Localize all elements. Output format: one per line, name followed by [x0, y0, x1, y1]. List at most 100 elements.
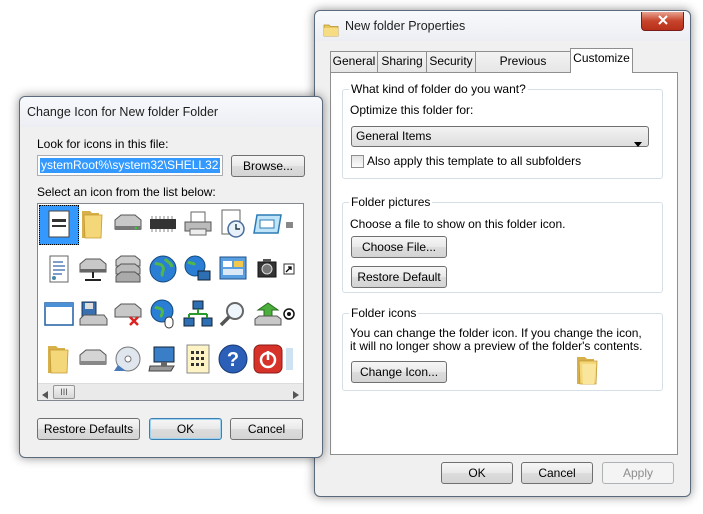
globe-network-icon — [182, 253, 214, 288]
icon-item[interactable] — [73, 295, 113, 335]
scroll-left-icon[interactable] — [42, 388, 48, 400]
scroll-right-icon[interactable] — [293, 388, 299, 400]
icon-item[interactable] — [283, 340, 303, 380]
properties-titlebar[interactable]: New folder Properties — [315, 11, 690, 41]
file-path-value: ystemRoot%\system32\SHELL32.dll — [40, 158, 220, 173]
drive-stack-icon — [112, 254, 144, 287]
apply-subfolders-checkbox[interactable] — [351, 155, 364, 168]
scrollbar-grip: III — [60, 387, 68, 397]
properties-apply-button[interactable]: Apply — [602, 462, 674, 484]
globe-mouse-icon — [147, 298, 179, 333]
network-icon — [182, 299, 214, 332]
small-badge-icon — [283, 307, 295, 323]
icon-item[interactable] — [248, 340, 288, 380]
chevron-down-icon — [634, 134, 642, 153]
folder-icons-group: Folder icons You can change the folder i… — [342, 306, 663, 391]
icon-item[interactable] — [283, 205, 303, 245]
icon-item[interactable] — [108, 340, 148, 380]
restore-defaults-button[interactable]: Restore Defaults — [37, 418, 140, 440]
svg-text:?: ? — [227, 349, 239, 371]
icon-item[interactable] — [248, 295, 288, 335]
tab-sharing[interactable]: Sharing — [377, 51, 427, 72]
folder-pictures-label: Folder pictures — [349, 195, 433, 209]
window-frame-icon — [43, 300, 75, 331]
file-path-input[interactable]: ystemRoot%\system32\SHELL32.dll — [37, 155, 223, 176]
change-icon-dialog: Change Icon for New folder Folder Look f… — [19, 96, 323, 458]
shortcut-arrow-icon — [283, 263, 295, 278]
icon-list[interactable]: ? III — [37, 203, 304, 401]
icon-item[interactable] — [178, 340, 218, 380]
icon-item[interactable] — [213, 295, 253, 335]
folder-icon — [78, 208, 108, 243]
close-button[interactable] — [641, 12, 684, 31]
icon-item[interactable] — [108, 295, 148, 335]
icon-item[interactable] — [143, 340, 183, 380]
disconnected-drive-icon — [112, 299, 144, 332]
help-icon: ? — [217, 343, 249, 378]
printer-icon — [182, 210, 214, 241]
icon-item[interactable] — [178, 205, 218, 245]
network-drive-icon — [77, 254, 109, 287]
select-label: Select an icon from the list below: — [37, 185, 216, 199]
tab-customize[interactable]: Customize — [570, 48, 633, 73]
icon-item[interactable] — [178, 295, 218, 335]
folder-icon — [44, 343, 74, 378]
look-label: Look for icons in this file: — [37, 137, 169, 151]
dialog-ok-button[interactable]: OK — [149, 418, 222, 440]
chip-icon — [147, 212, 179, 239]
icon-item[interactable] — [143, 250, 183, 290]
optimize-select[interactable]: General Items — [351, 126, 649, 147]
icon-item[interactable] — [108, 205, 148, 245]
folder-icons-label: Folder icons — [349, 306, 419, 320]
scrollbar-thumb[interactable]: III — [53, 385, 75, 399]
tab-previous-versions[interactable]: Previous Versions — [475, 51, 571, 87]
magnifier-icon — [218, 299, 248, 332]
drive-icon — [112, 212, 144, 239]
icon-item[interactable]: ? — [213, 340, 253, 380]
pictures-instruction: Choose a file to show on this folder ico… — [350, 217, 566, 231]
tab-security[interactable]: Security — [426, 51, 476, 72]
apply-subfolders-label[interactable]: Also apply this template to all subfolde… — [367, 154, 581, 168]
folder-kind-group: What kind of folder do you want? Optimiz… — [342, 82, 663, 179]
icon-item[interactable] — [248, 250, 288, 290]
text-document-icon — [45, 254, 73, 287]
icon-item[interactable] — [143, 295, 183, 335]
calculator-icon — [183, 343, 213, 378]
folder-kind-label: What kind of folder do you want? — [349, 82, 528, 96]
icon-item[interactable] — [283, 295, 303, 335]
restore-default-button[interactable]: Restore Default — [351, 266, 447, 288]
close-icon — [657, 14, 668, 28]
icon-list-scrollbar[interactable]: III — [38, 383, 303, 400]
change-icon-titlebar[interactable]: Change Icon for New folder Folder — [20, 97, 322, 127]
icon-item[interactable] — [73, 250, 113, 290]
camera-icon — [253, 255, 283, 286]
icon-item[interactable] — [248, 205, 288, 245]
folder-icons-description: You can change the folder icon. If you c… — [350, 326, 643, 353]
partial-icon — [283, 344, 293, 377]
floppy-icon — [77, 299, 109, 332]
icon-item[interactable] — [213, 250, 253, 290]
icon-item[interactable] — [213, 205, 253, 245]
tab-general[interactable]: General — [330, 51, 378, 72]
control-panel-icon — [217, 254, 249, 287]
window-icon — [252, 211, 284, 240]
tab-page: What kind of folder do you want? Optimiz… — [330, 72, 678, 455]
optimize-label: Optimize this folder for: — [350, 103, 474, 117]
icon-item[interactable] — [178, 250, 218, 290]
change-icon-button[interactable]: Change Icon... — [351, 361, 447, 383]
browse-button[interactable]: Browse... — [231, 155, 305, 177]
icon-item[interactable] — [283, 250, 303, 290]
properties-ok-button[interactable]: OK — [441, 462, 513, 484]
properties-cancel-button[interactable]: Cancel — [521, 462, 593, 484]
icon-item[interactable] — [73, 205, 113, 245]
desktop-icon — [147, 344, 179, 377]
icon-item[interactable] — [143, 205, 183, 245]
icon-item[interactable] — [108, 250, 148, 290]
choose-file-button[interactable]: Choose File... — [351, 236, 447, 258]
folder-icon — [323, 19, 339, 37]
blank-document-icon — [45, 209, 73, 242]
window-title: New folder Properties — [345, 19, 466, 33]
tab-strip: General Sharing Security Previous Versio… — [328, 48, 678, 87]
dialog-cancel-button[interactable]: Cancel — [230, 418, 303, 440]
icon-item[interactable] — [73, 340, 113, 380]
